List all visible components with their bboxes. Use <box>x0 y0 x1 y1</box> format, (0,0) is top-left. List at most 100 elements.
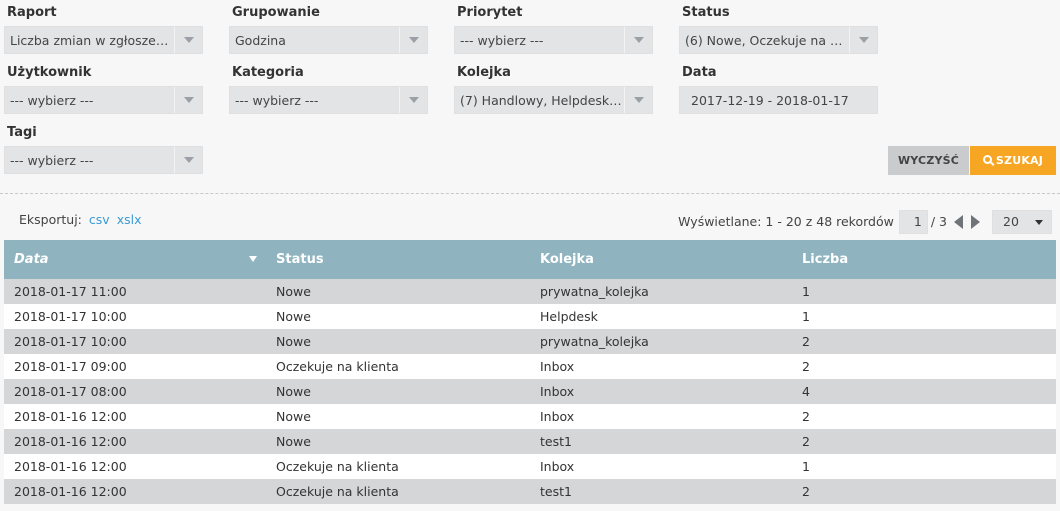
search-button[interactable]: SZUKAJ <box>970 146 1056 175</box>
cell-data: 2018-01-17 11:00 <box>14 284 127 299</box>
cell-data: 2018-01-16 12:00 <box>14 434 127 449</box>
cell-liczba: 2 <box>802 334 810 349</box>
filter-status-label: Status <box>682 5 730 20</box>
kolejka-select[interactable]: (7) Handlowy, Helpdesk, ... <box>454 86 653 114</box>
table-row: 2018-01-17 10:00 Nowe Helpdesk 1 <box>4 304 1056 329</box>
filter-kategoria-label: Kategoria <box>232 65 304 80</box>
search-button-label: SZUKAJ <box>995 154 1044 167</box>
filter-data-label: Data <box>682 65 717 80</box>
cell-kolejka: prywatna_kolejka <box>540 284 649 299</box>
cell-kolejka: Inbox <box>540 409 575 424</box>
priorytet-select-value: --- wybierz --- <box>460 32 544 48</box>
raport-select-value: Liczba zmian w zgłoszeni... <box>10 32 174 48</box>
filter-priorytet-label: Priorytet <box>457 5 523 20</box>
cell-status: Oczekuje na klienta <box>276 359 399 374</box>
cell-liczba: 2 <box>802 409 810 424</box>
cell-liczba: 4 <box>802 384 810 399</box>
raport-select[interactable]: Liczba zmian w zgłoszeni... <box>4 26 203 54</box>
status-select-value: (6) Nowe, Oczekuje na kli... <box>685 32 849 48</box>
table-row: 2018-01-17 10:00 Nowe prywatna_kolejka 2 <box>4 329 1056 354</box>
cell-liczba: 1 <box>802 459 810 474</box>
chevron-down-icon[interactable] <box>624 27 652 53</box>
column-header-data-label: Data <box>14 252 49 267</box>
kategoria-select[interactable]: --- wybierz --- <box>229 86 428 114</box>
kategoria-select-value: --- wybierz --- <box>235 92 319 108</box>
cell-data: 2018-01-17 08:00 <box>14 384 127 399</box>
table-row: 2018-01-17 08:00 Nowe Inbox 4 <box>4 379 1056 404</box>
next-page-icon[interactable] <box>971 214 980 229</box>
chevron-down-icon[interactable] <box>624 87 652 113</box>
clear-button[interactable]: WYCZYŚĆ <box>888 146 969 175</box>
cell-kolejka: test1 <box>540 484 572 499</box>
uzytkownik-select-value: --- wybierz --- <box>10 92 94 108</box>
cell-status: Oczekuje na klienta <box>276 484 399 499</box>
kolejka-select-value: (7) Handlowy, Helpdesk, ... <box>460 92 624 108</box>
page-number-input[interactable]: 1 <box>898 209 928 234</box>
cell-kolejka: Inbox <box>540 384 575 399</box>
chevron-down-icon[interactable] <box>849 27 877 53</box>
cell-kolejka: Inbox <box>540 359 575 374</box>
table-row: 2018-01-17 09:00 Oczekuje na klienta Inb… <box>4 354 1056 379</box>
chevron-down-icon[interactable] <box>174 147 202 173</box>
sort-desc-icon <box>249 256 257 262</box>
cell-status: Nowe <box>276 384 311 399</box>
table-header: Data Status Kolejka Liczba <box>4 240 1056 279</box>
filter-uzytkownik-label: Użytkownik <box>7 65 92 80</box>
clear-button-label: WYCZYŚĆ <box>897 154 960 167</box>
per-page-select[interactable]: 20 <box>992 209 1052 234</box>
priorytet-select[interactable]: --- wybierz --- <box>454 26 653 54</box>
cell-liczba: 1 <box>802 309 810 324</box>
uzytkownik-select[interactable]: --- wybierz --- <box>4 86 203 114</box>
prev-page-icon[interactable] <box>954 214 963 229</box>
chevron-down-icon[interactable] <box>399 87 427 113</box>
tagi-select-value: --- wybierz --- <box>10 152 94 168</box>
filter-grupowanie-label: Grupowanie <box>232 5 320 20</box>
filter-raport-label: Raport <box>7 5 57 20</box>
cell-status: Nowe <box>276 334 311 349</box>
column-header-liczba[interactable]: Liczba <box>792 252 1056 267</box>
table-row: 2018-01-16 12:00 Nowe Inbox 2 <box>4 404 1056 429</box>
export-xlsx-link[interactable]: xslx <box>117 212 142 227</box>
cell-status: Nowe <box>276 284 311 299</box>
chevron-down-icon[interactable] <box>399 27 427 53</box>
cell-data: 2018-01-16 12:00 <box>14 459 127 474</box>
chevron-down-icon[interactable] <box>174 87 202 113</box>
cell-data: 2018-01-16 12:00 <box>14 484 127 499</box>
cell-status: Nowe <box>276 409 311 424</box>
search-icon <box>982 155 992 164</box>
cell-liczba: 2 <box>802 484 810 499</box>
export-csv-link[interactable]: csv <box>89 212 110 227</box>
column-header-kolejka[interactable]: Kolejka <box>530 252 792 267</box>
cell-kolejka: prywatna_kolejka <box>540 334 649 349</box>
table-row: 2018-01-17 11:00 Nowe prywatna_kolejka 1 <box>4 279 1056 304</box>
filter-tagi-label: Tagi <box>7 125 37 140</box>
chevron-down-icon[interactable] <box>174 27 202 53</box>
date-range-input[interactable]: 2017-12-19 - 2018-01-17 <box>679 86 878 114</box>
pagination-info: Wyświetlane: 1 - 20 z 48 rekordów <box>678 214 894 229</box>
cell-status: Nowe <box>276 309 311 324</box>
table-row: 2018-01-16 12:00 Nowe test1 2 <box>4 429 1056 454</box>
status-select[interactable]: (6) Nowe, Oczekuje na kli... <box>679 26 878 54</box>
cell-kolejka: Inbox <box>540 459 575 474</box>
cell-liczba: 1 <box>802 284 810 299</box>
cell-data: 2018-01-17 10:00 <box>14 334 127 349</box>
cell-data: 2018-01-16 12:00 <box>14 409 127 424</box>
cell-data: 2018-01-17 09:00 <box>14 359 127 374</box>
grupowanie-select[interactable]: Godzina <box>229 26 428 54</box>
tagi-select[interactable]: --- wybierz --- <box>4 146 203 174</box>
export-label: Eksportuj: <box>19 212 82 227</box>
cell-liczba: 2 <box>802 359 810 374</box>
table-row: 2018-01-16 12:00 Oczekuje na klienta Inb… <box>4 454 1056 479</box>
grupowanie-select-value: Godzina <box>235 32 286 48</box>
results-table: Data Status Kolejka Liczba 2018-01-17 11… <box>4 240 1056 504</box>
table-row: 2018-01-16 12:00 Oczekuje na klienta tes… <box>4 479 1056 504</box>
page-total: / 3 <box>930 214 947 229</box>
column-header-status[interactable]: Status <box>267 252 530 267</box>
cell-liczba: 2 <box>802 434 810 449</box>
cell-status: Nowe <box>276 434 311 449</box>
cell-status: Oczekuje na klienta <box>276 459 399 474</box>
pagination: Wyświetlane: 1 - 20 z 48 rekordów 1 / 3 … <box>678 209 1052 234</box>
cell-kolejka: test1 <box>540 434 572 449</box>
column-header-data[interactable]: Data <box>4 252 267 267</box>
divider <box>0 193 1060 194</box>
